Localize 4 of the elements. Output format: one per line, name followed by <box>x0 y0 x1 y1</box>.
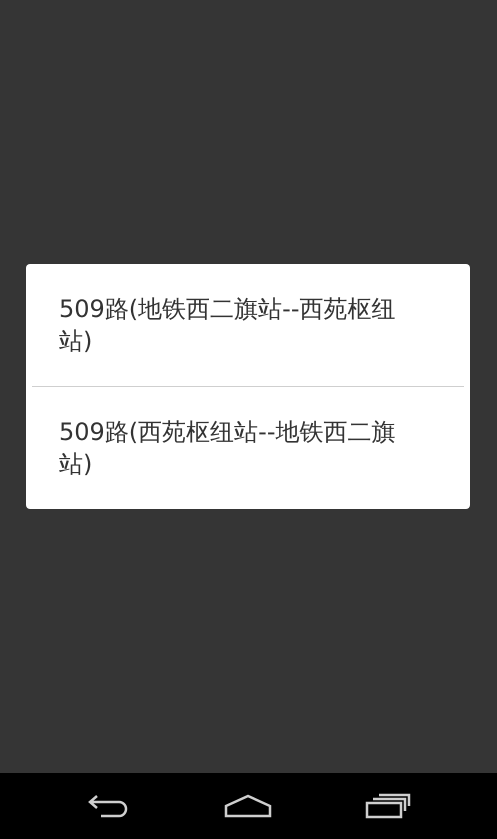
route-option[interactable]: 509路(西苑枢纽站--地铁西二旗站) <box>26 387 470 509</box>
home-icon[interactable] <box>224 793 272 819</box>
recent-apps-icon[interactable] <box>364 793 410 819</box>
route-option[interactable]: 509路(地铁西二旗站--西苑枢纽站) <box>26 264 470 386</box>
